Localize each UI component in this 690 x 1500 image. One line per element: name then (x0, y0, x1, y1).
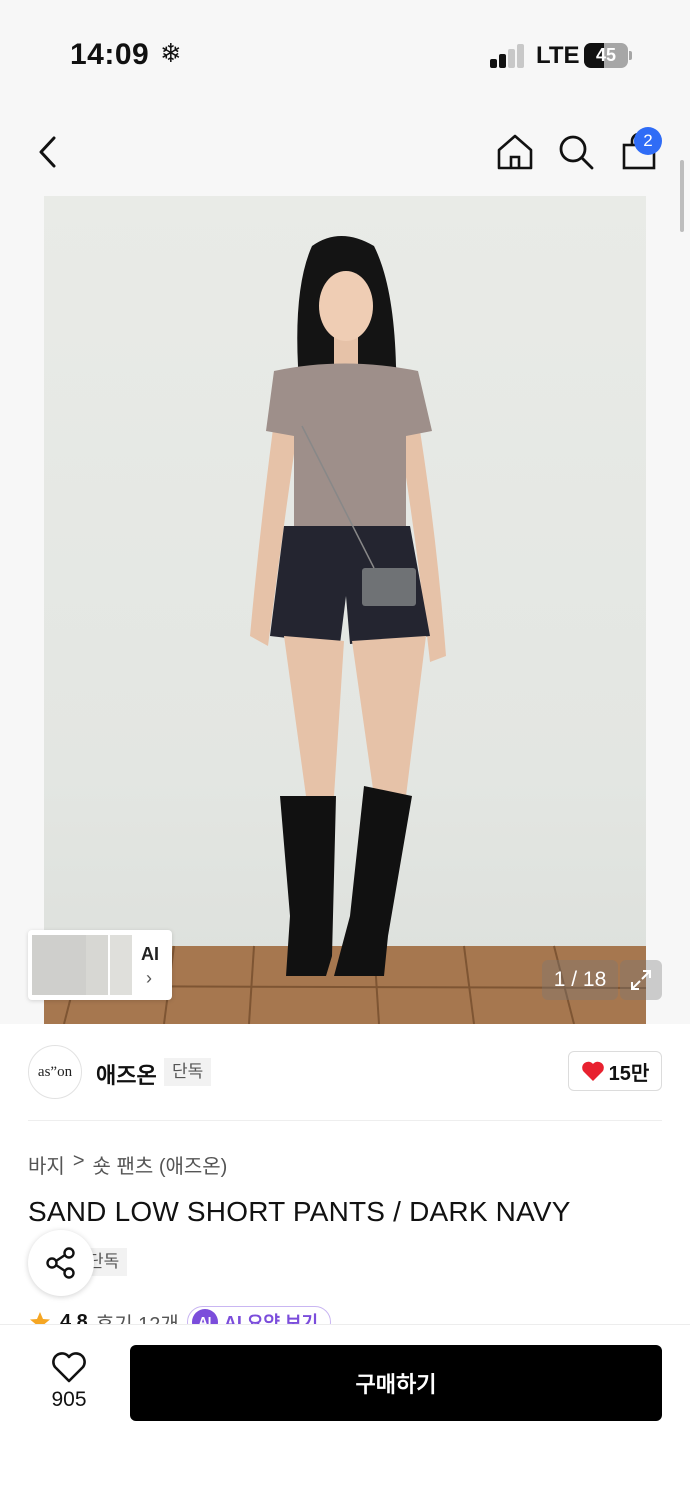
heart-filled-icon (581, 1061, 604, 1081)
product-photo (44, 196, 646, 1024)
battery-level: 45 (595, 45, 617, 65)
chevron-right-icon: › (146, 968, 152, 988)
breadcrumb-separator: > (72, 1150, 85, 1172)
ai-badge-icon: AI (191, 1309, 218, 1324)
battery-icon: 45 (584, 43, 628, 68)
snowflake-icon: ❄ (160, 38, 182, 68)
rating-value: 4.8 (60, 1310, 88, 1325)
share-button[interactable] (28, 1230, 94, 1296)
status-bar: 14:09 ❄ LTE 45 (0, 0, 690, 110)
home-icon (497, 134, 533, 170)
search-icon (559, 135, 594, 170)
breadcrumb: 바지 > 숏 팬츠 (애즈온) (28, 1150, 227, 1179)
brand-like-count: 15만 (608, 1062, 650, 1085)
ai-summary-label: AI 요약 보기 (223, 1313, 319, 1324)
thumbnail-2 (86, 935, 108, 995)
scroll-indicator[interactable] (680, 160, 684, 232)
product-image-gallery[interactable] (0, 196, 690, 1024)
breadcrumb-subcategory[interactable]: 숏 팬츠 (애즈온) (93, 1150, 228, 1179)
expand-image-button[interactable] (620, 960, 662, 1000)
ai-similar-thumbnails[interactable]: AI › (28, 930, 172, 1000)
expand-icon (631, 970, 651, 990)
ai-summary-button[interactable]: AI AI 요약 보기 (186, 1306, 332, 1324)
brand-logo[interactable]: as”on (28, 1045, 82, 1099)
cart-count-badge: 2 (634, 127, 662, 155)
back-icon (39, 136, 56, 168)
network-type: LTE (536, 42, 580, 69)
thumbnail-1 (32, 935, 86, 995)
exclusive-badge: 단독 (164, 1058, 212, 1086)
home-button[interactable] (493, 130, 537, 174)
heart-outline-icon (52, 1352, 86, 1383)
brand-like-button[interactable]: 15만 (568, 1051, 662, 1091)
status-time: 14:09 (70, 38, 150, 71)
battery-cap (629, 51, 632, 60)
rating-row: 4.8 후기 12개 AI AI 요약 보기 (28, 1302, 428, 1324)
brand-name[interactable]: 애즈온 (96, 1058, 157, 1090)
review-count-link[interactable]: 후기 12개 (96, 1308, 179, 1325)
cellular-signal-icon (490, 44, 526, 68)
nav-bar (0, 110, 690, 196)
back-button[interactable] (26, 130, 70, 174)
product-photo-illustration (44, 236, 646, 1024)
ai-label: AI (141, 944, 159, 964)
search-button[interactable] (554, 130, 598, 174)
share-icon (46, 1247, 75, 1279)
breadcrumb-category[interactable]: 바지 (28, 1150, 65, 1179)
buy-button[interactable]: 구매하기 (130, 1345, 662, 1421)
star-icon (30, 1312, 50, 1324)
thumbnail-3 (110, 935, 132, 995)
image-page-counter: 1 / 18 (542, 960, 618, 1000)
wishlist-count: 905 (51, 1388, 87, 1411)
divider (28, 1120, 662, 1121)
product-title: SAND LOW SHORT PANTS / DARK NAVY (28, 1196, 571, 1227)
